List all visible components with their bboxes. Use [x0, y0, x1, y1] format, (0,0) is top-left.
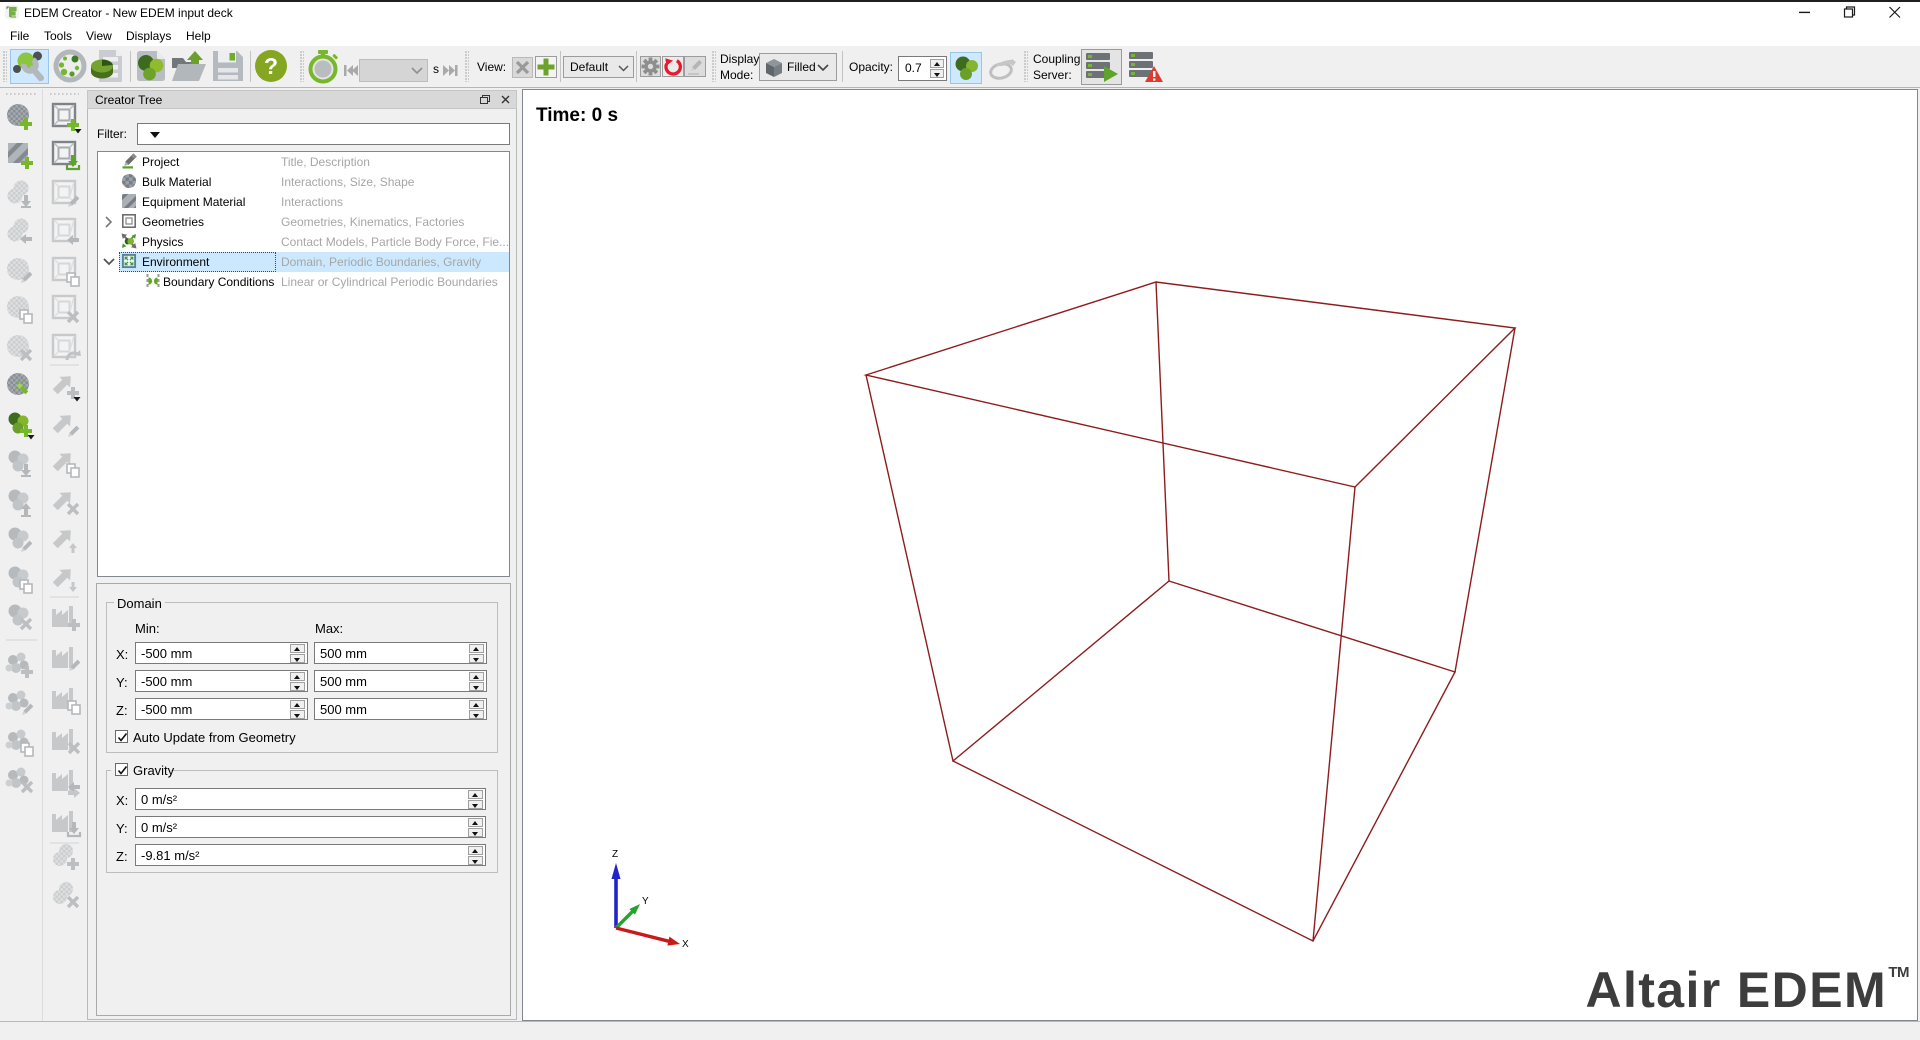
- svg-text:Z: Z: [612, 849, 618, 860]
- svg-text:X: X: [682, 939, 689, 950]
- svg-text:Y: Y: [642, 896, 649, 907]
